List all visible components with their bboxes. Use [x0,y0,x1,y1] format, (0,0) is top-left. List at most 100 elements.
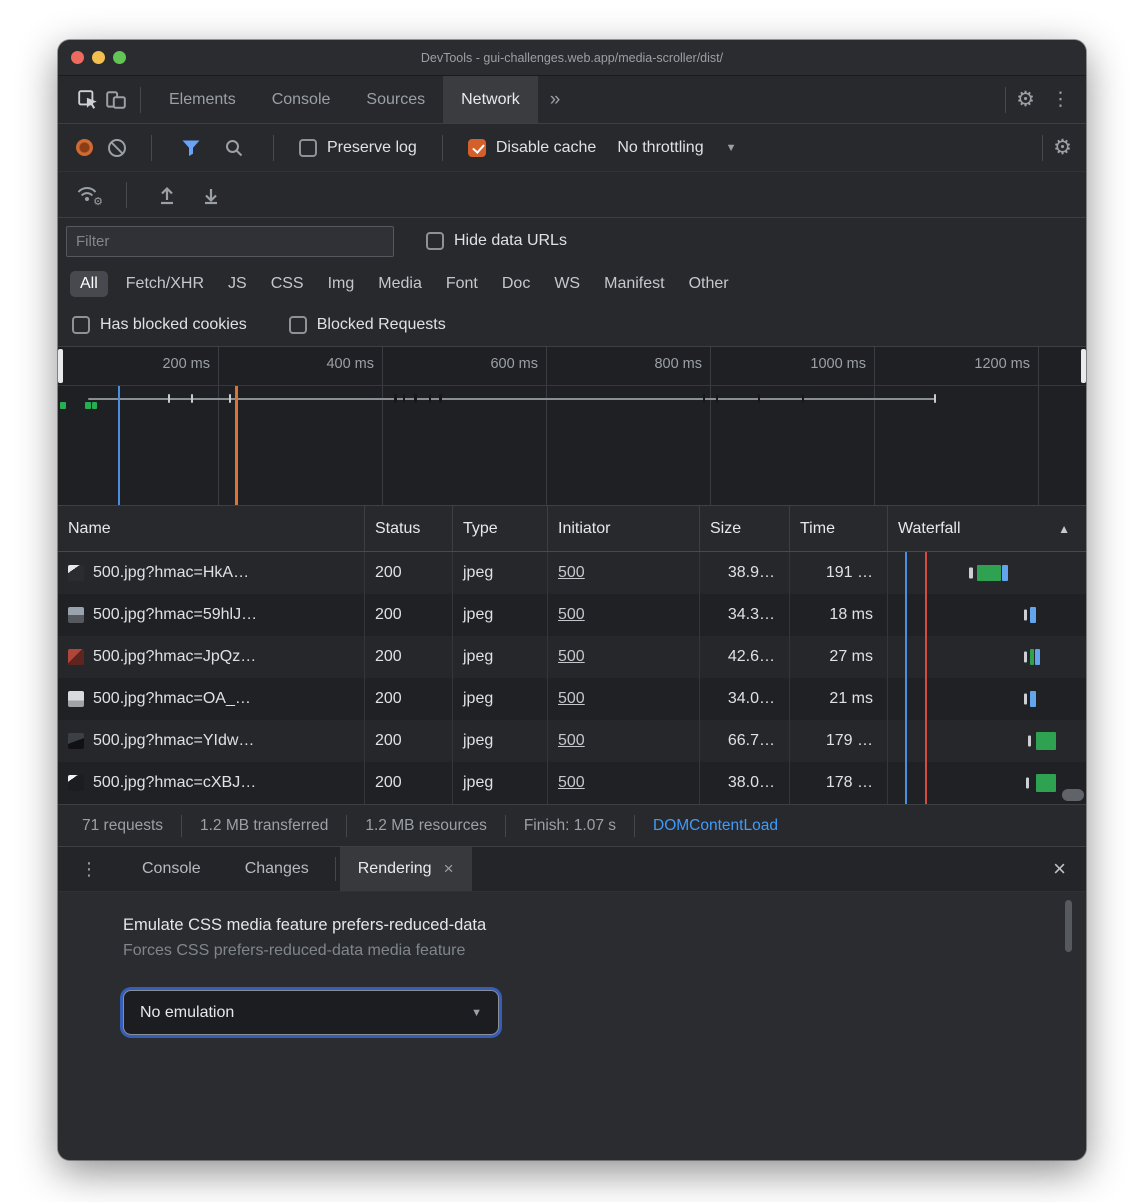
column-header-initiator[interactable]: Initiator [548,506,700,551]
record-network-log-icon[interactable] [76,139,93,156]
filter-pill-all[interactable]: All [70,271,108,297]
has-blocked-cookies-group: Has blocked cookies [72,316,247,334]
filter-funnel-icon[interactable] [177,134,205,162]
has-blocked-cookies-checkbox[interactable] [72,316,90,334]
hide-data-urls-checkbox[interactable] [426,232,444,250]
search-icon[interactable] [220,134,248,162]
table-row[interactable]: 500.jpg?hmac=cXBJ… 200 jpeg 500 38.0… 17… [58,762,1086,804]
request-time: 178 … [790,762,888,804]
filter-pill-font[interactable]: Font [440,271,484,297]
filter-pill-media[interactable]: Media [372,271,428,297]
close-button[interactable] [71,51,84,64]
request-name: 500.jpg?hmac=YIdw… [93,732,254,750]
filter-pill-css[interactable]: CSS [265,271,310,297]
settings-gear-icon[interactable]: ⚙ [1016,87,1035,112]
customize-menu-icon[interactable]: ⋮ [1035,88,1086,111]
drawer-close-icon[interactable]: × [1033,856,1086,882]
initiator-link[interactable]: 500 [558,606,585,624]
import-har-icon[interactable] [153,181,181,209]
tab-close-icon[interactable]: × [444,859,454,879]
initiator-link[interactable]: 500 [558,732,585,750]
filter-pill-manifest[interactable]: Manifest [598,271,670,297]
filter-pill-other[interactable]: Other [683,271,735,297]
has-blocked-cookies-label: Has blocked cookies [100,316,247,334]
table-row[interactable]: 500.jpg?hmac=YIdw… 200 jpeg 500 66.7… 17… [58,720,1086,762]
column-header-name[interactable]: Name [58,506,365,551]
overview-strip [58,386,1086,505]
filter-pill-ws[interactable]: WS [548,271,586,297]
tab-elements[interactable]: Elements [151,76,254,123]
filter-pill-fetch-xhr[interactable]: Fetch/XHR [120,271,210,297]
column-header-waterfall[interactable]: Waterfall ▲ [888,506,1086,551]
minimize-button[interactable] [92,51,105,64]
emulate-media-feature-subtitle: Forces CSS prefers-reduced-data media fe… [123,942,1086,960]
drawer-tab-rendering[interactable]: Rendering × [340,847,472,891]
zoom-button[interactable] [113,51,126,64]
clear-network-log-icon[interactable] [108,139,126,157]
request-time: 27 ms [790,636,888,678]
inspect-element-icon[interactable] [74,86,102,114]
finish-time: Finish: 1.07 s [506,817,634,835]
initiator-link[interactable]: 500 [558,774,585,792]
initiator-link[interactable]: 500 [558,648,585,666]
table-row[interactable]: 500.jpg?hmac=OA_… 200 jpeg 500 34.0… 21 … [58,678,1086,720]
filter-pill-doc[interactable]: Doc [496,271,536,297]
resource-type-filters: All Fetch/XHR JS CSS Img Media Font Doc … [58,264,1086,304]
column-header-type[interactable]: Type [453,506,548,551]
timeline-overview[interactable]: 200 ms400 ms600 ms800 ms1000 ms1200 ms [58,346,1086,506]
blocked-requests-label: Blocked Requests [317,316,446,334]
network-settings-gear-icon[interactable]: ⚙ [1053,135,1072,160]
tab-console[interactable]: Console [254,76,349,123]
more-tabs-icon[interactable]: » [538,89,573,111]
request-time: 21 ms [790,678,888,720]
initiator-link[interactable]: 500 [558,690,585,708]
file-thumbnail [68,565,84,581]
request-size: 42.6… [700,636,790,678]
table-scrollbar-thumb[interactable] [1062,789,1084,801]
file-thumbnail [68,607,84,623]
column-header-size[interactable]: Size [700,506,790,551]
table-row[interactable]: 500.jpg?hmac=JpQz… 200 jpeg 500 42.6… 27… [58,636,1086,678]
request-waterfall [888,762,1086,804]
request-size: 34.0… [700,678,790,720]
toolbar-divider [151,135,152,161]
drawer-menu-icon[interactable]: ⋮ [58,859,120,880]
export-har-icon[interactable] [197,181,225,209]
filter-pill-js[interactable]: JS [222,271,253,297]
prefers-reduced-data-select[interactable]: No emulation ▼ [123,990,499,1035]
tab-network[interactable]: Network [443,76,538,123]
device-toolbar-icon[interactable] [102,86,130,114]
request-time: 191 … [790,552,888,594]
blocked-requests-checkbox[interactable] [289,316,307,334]
throttling-value: No throttling [617,139,703,157]
request-name: 500.jpg?hmac=cXBJ… [93,774,256,792]
request-size: 34.3… [700,594,790,636]
network-conditions-icon[interactable]: ⚙ [76,184,100,206]
toolbar-divider [126,182,127,208]
blocked-filters-row: Has blocked cookies Blocked Requests [58,304,1086,346]
filter-input[interactable] [66,226,394,257]
drawer-tab-console[interactable]: Console [120,847,223,891]
rendering-panel: Emulate CSS media feature prefers-reduce… [58,892,1086,1160]
table-row[interactable]: 500.jpg?hmac=HkA… 200 jpeg 500 38.9… 191… [58,552,1086,594]
overview-right-handle[interactable] [1081,349,1086,383]
column-header-time[interactable]: Time [790,506,888,551]
drawer-tab-strip: ⋮ Console Changes Rendering × × [58,846,1086,892]
drawer-scrollbar-thumb[interactable] [1065,900,1072,952]
drawer-tab-changes[interactable]: Changes [223,847,331,891]
overview-left-handle[interactable] [58,349,63,383]
tab-sources[interactable]: Sources [348,76,443,123]
conditions-gear-icon: ⚙ [93,197,103,208]
filter-pill-img[interactable]: Img [322,271,361,297]
request-status: 200 [365,720,453,762]
file-thumbnail [68,733,84,749]
column-header-status[interactable]: Status [365,506,453,551]
toolbar-divider [1042,135,1043,161]
throttling-dropdown[interactable]: No throttling ▼ [617,139,736,157]
waterfall-header-label: Waterfall [898,520,961,538]
preserve-log-checkbox[interactable] [299,139,317,157]
disable-cache-checkbox[interactable] [468,139,486,157]
request-waterfall [888,594,1086,636]
initiator-link[interactable]: 500 [558,564,585,582]
table-row[interactable]: 500.jpg?hmac=59hlJ… 200 jpeg 500 34.3… 1… [58,594,1086,636]
